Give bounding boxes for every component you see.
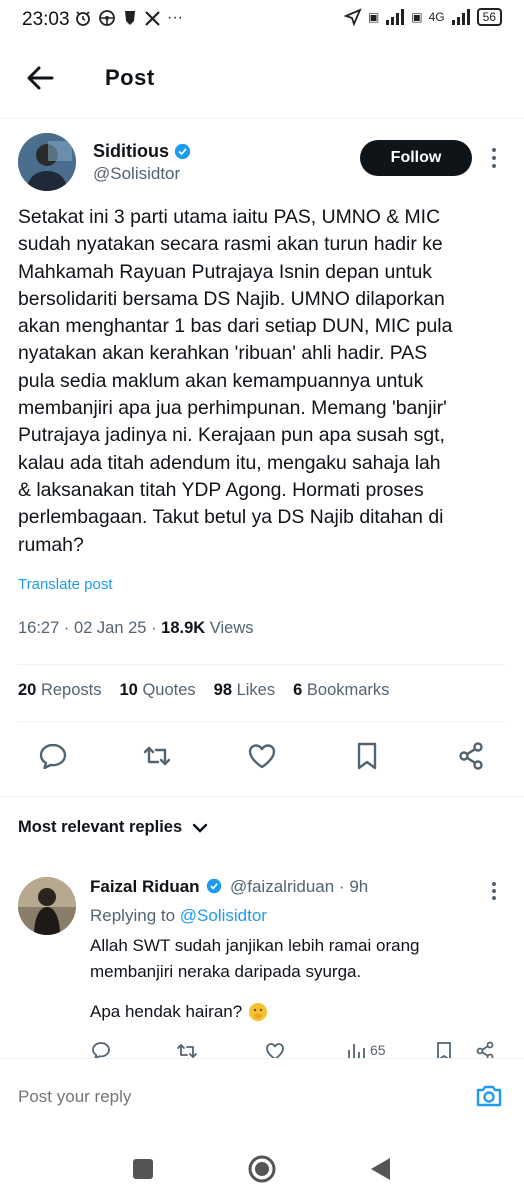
page-title: Post — [105, 65, 155, 90]
post-text-line: pula sedia maklum akan kemampuannya untu… — [18, 369, 424, 392]
divider — [0, 796, 524, 797]
post-time: 16:27 — [18, 619, 60, 637]
recent-apps-icon[interactable] — [128, 1154, 158, 1184]
post-text-line: kalau ada titah adendum itu, mengaku sah… — [18, 451, 441, 474]
signal-icon-2 — [451, 9, 470, 25]
author-avatar[interactable] — [18, 133, 76, 191]
reply-text-line: Apa hendak hairan? — [90, 1002, 243, 1021]
post-text-line: Mahkamah Rayuan Putrajaya Isnin depan un… — [18, 260, 432, 283]
reply-more-options-icon[interactable] — [488, 880, 500, 902]
replies-sort-dropdown[interactable]: Most relevant replies — [18, 818, 208, 837]
reply-avatar[interactable] — [18, 877, 76, 935]
location-icon — [343, 8, 362, 26]
quotes-stat[interactable]: 10 Quotes — [119, 681, 195, 700]
alarm-icon — [76, 11, 90, 26]
back-arrow-icon[interactable] — [22, 60, 58, 96]
replying-to-mention[interactable]: @Solisidtor — [180, 906, 267, 925]
author-name[interactable]: Siditious — [93, 141, 169, 162]
status-bar: 23:03 ··· ▣ ▣ 4G 56 — [0, 0, 524, 40]
reply-views-count: 65 — [370, 1042, 386, 1058]
more-options-icon[interactable] — [488, 146, 500, 170]
post-text: Setakat ini 3 parti utama iaitu PAS, UMN… — [18, 204, 510, 559]
likes-stat[interactable]: 98 Likes — [214, 681, 275, 700]
reply-text: Allah SWT sudah janjikan lebih ramai ora… — [90, 933, 500, 985]
share-icon[interactable] — [455, 740, 487, 772]
verified-badge-icon — [206, 878, 222, 894]
post-text-line: perlembagaan. Takut betul ya DS Najib di… — [18, 506, 444, 529]
post-text-line: akan menghantar 1 bas dari setiap DUN, M… — [18, 315, 453, 338]
reply-text-line: Allah SWT sudah janjikan lebih ramai ora… — [90, 936, 420, 955]
reply-author-name[interactable]: Faizal Riduan — [90, 877, 200, 897]
divider — [18, 721, 506, 722]
reply-author-handle[interactable]: @faizalriduan · 9h — [230, 877, 368, 897]
post-text-line: Putrajaya jadinya ni. Kerajaan pun apa s… — [18, 424, 445, 447]
volte-icon-2: ▣ — [411, 10, 423, 24]
post-date: 02 Jan 25 — [73, 619, 147, 637]
more-notifications-icon: ··· — [167, 9, 183, 26]
repost-icon[interactable] — [141, 740, 173, 772]
post-text-line: & laksanakan titah YDP Agong. Hormati pr… — [18, 478, 424, 501]
post-text-line: sudah nyatakan secara rasmi akan turun h… — [18, 233, 443, 256]
status-notification-icons: ··· — [74, 8, 183, 28]
reply-text-2: Apa hendak hairan? — [90, 1002, 268, 1022]
author-handle[interactable]: @Solisidtor — [93, 164, 180, 184]
network-type: 4G — [428, 10, 445, 24]
volte-icon: ▣ — [367, 10, 380, 24]
page-header: Post — [0, 48, 524, 108]
reposts-stat[interactable]: 20 Reposts — [18, 681, 101, 700]
status-time: 23:03 — [22, 9, 70, 30]
home-icon[interactable] — [247, 1154, 277, 1184]
post-text-line: Setakat ini 3 parti utama iaitu PAS, UMN… — [18, 206, 441, 228]
chevron-down-icon — [192, 823, 208, 833]
post-text-line: bersolidariti bersama DS Najib. UMNO dil… — [18, 287, 445, 310]
signal-icon — [386, 9, 405, 25]
replying-to: Replying to @Solisidtor — [90, 906, 267, 925]
football-club-icon — [125, 11, 135, 25]
post-views-count: 18.9K — [161, 619, 206, 637]
reply-icon[interactable] — [37, 740, 69, 772]
reply-compose-bar — [0, 1058, 524, 1140]
reply-text-line: membanjiri neraka daripada syurga. — [90, 962, 362, 981]
reply-input[interactable] — [18, 1087, 418, 1107]
like-heart-icon[interactable] — [246, 740, 278, 772]
system-navigation-bar — [0, 1140, 524, 1200]
post-text-line: membanjiri apa jua perhimpunan. Memang '… — [18, 397, 447, 420]
divider — [18, 664, 506, 665]
post-text-line: rumah? — [18, 533, 84, 556]
replies-sort-label: Most relevant replies — [18, 818, 183, 836]
bookmarks-stat[interactable]: 6 Bookmarks — [293, 681, 389, 700]
back-triangle-icon[interactable] — [366, 1154, 396, 1184]
post-meta: 16:27 · 02 Jan 25 · 18.9K Views — [18, 619, 254, 637]
follow-button[interactable]: Follow — [360, 140, 472, 176]
battery-icon: 56 — [476, 8, 502, 26]
camera-icon[interactable] — [474, 1081, 504, 1111]
x-logo-icon — [145, 10, 160, 26]
post-stats: 20 Reposts 10 Quotes 98 Likes 6 Bookmark… — [18, 681, 407, 700]
translate-post-link[interactable]: Translate post — [18, 576, 113, 593]
bookmark-icon[interactable] — [351, 740, 383, 772]
post-actions — [0, 740, 524, 776]
post-text-line: nyatakan akan kerahkan 'ribuan' ahli had… — [18, 342, 428, 365]
face-with-hand-over-mouth-emoji-icon — [249, 1003, 268, 1021]
verified-badge-icon — [174, 143, 191, 160]
status-system-icons: ▣ ▣ 4G 56 — [343, 8, 502, 26]
header-divider — [0, 118, 524, 119]
steering-wheel-icon — [99, 10, 115, 26]
post-views-label: Views — [209, 619, 254, 637]
